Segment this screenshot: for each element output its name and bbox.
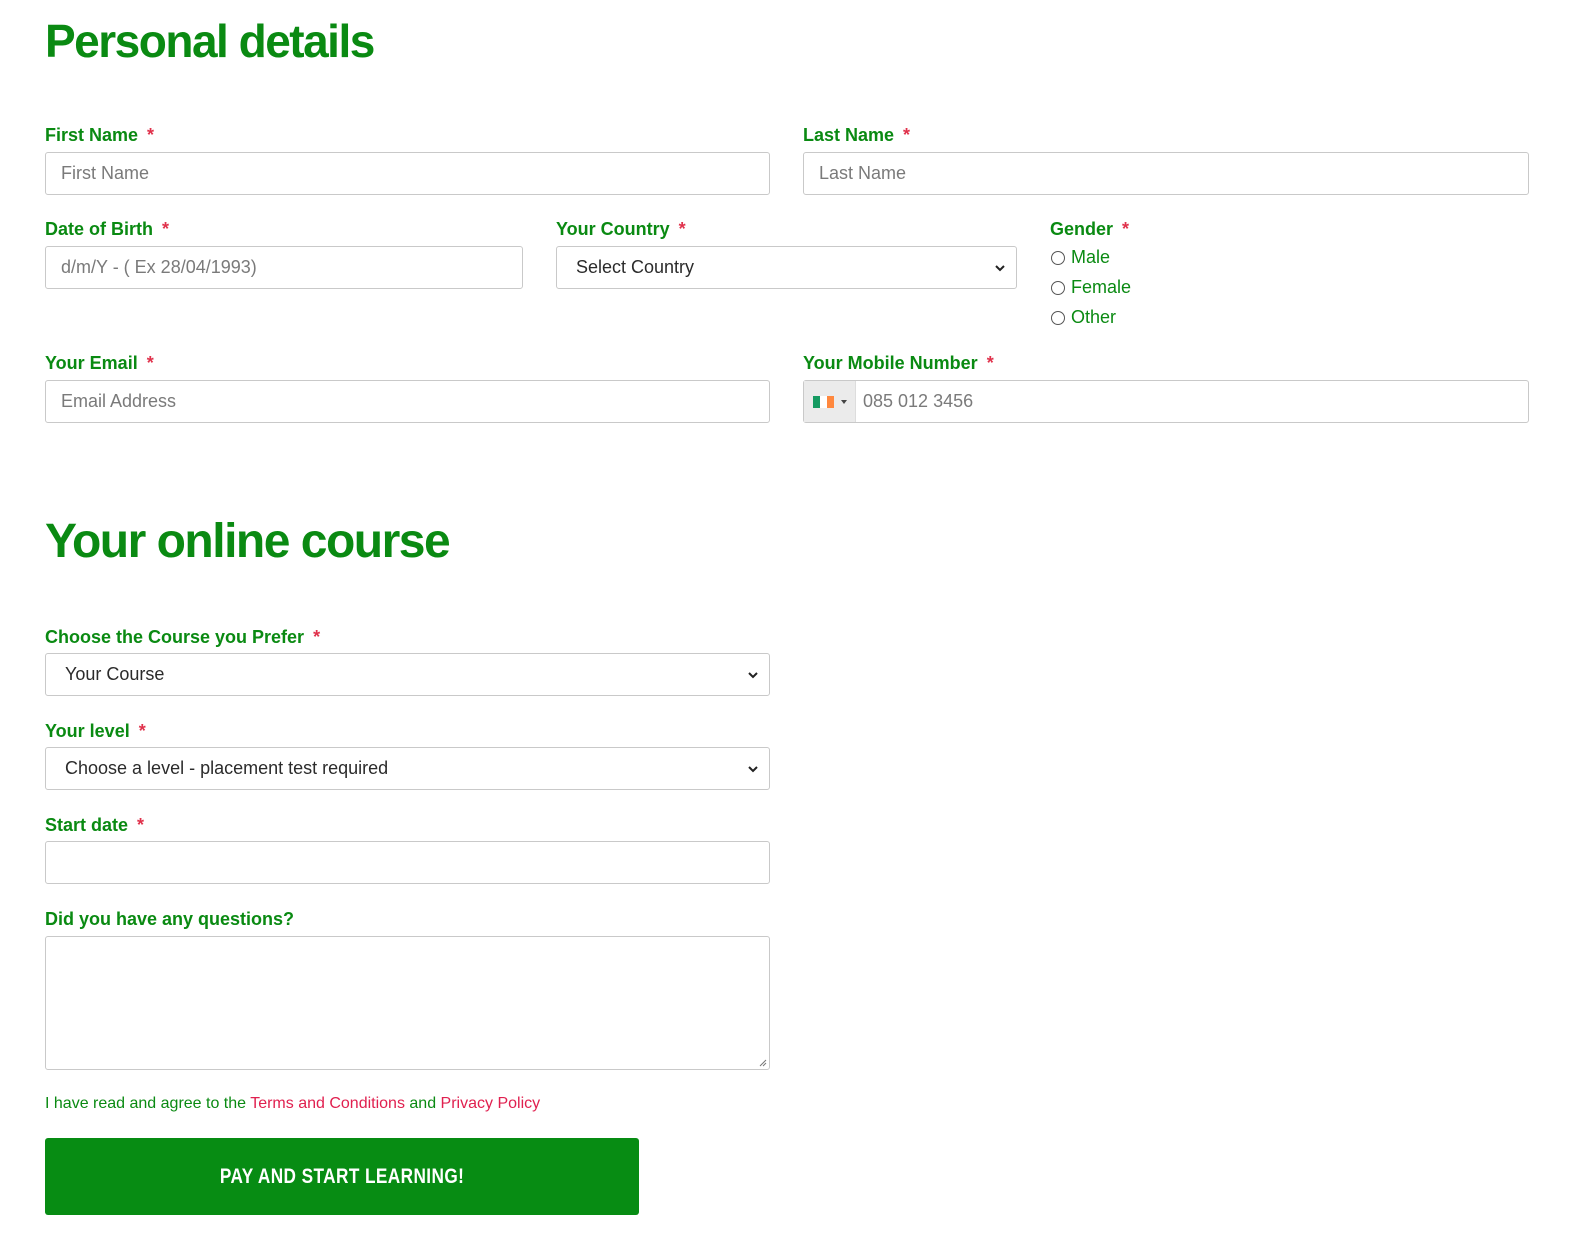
email-label: Your Email * [45,353,154,374]
ireland-flag-icon [812,395,835,408]
gender-label-text: Gender [1050,219,1114,239]
level-select[interactable]: Choose a level - placement test required [45,747,770,790]
country-label: Your Country * [556,219,686,240]
gender-label: Gender * [1050,219,1129,240]
pay-button-label: PAY AND START LEARNING! [219,1164,465,1188]
required-marker: * [1122,219,1130,239]
country-select[interactable]: Select Country [556,246,1017,289]
mobile-placeholder: 085 012 3456 [863,391,974,411]
last-name-label: Last Name * [803,125,910,146]
required-marker: * [162,219,170,239]
gender-option-female[interactable]: Female [1050,277,1131,298]
dob-label-text: Date of Birth [45,219,153,239]
agreement-prefix: I have read and agree to the [45,1095,251,1112]
last-name-label-text: Last Name [803,125,895,145]
pay-and-start-button[interactable]: PAY AND START LEARNING! [45,1138,639,1215]
radio-button[interactable] [1051,310,1065,325]
country-code-dropdown[interactable] [804,381,856,422]
gender-option-male[interactable]: Male [1050,247,1110,268]
required-marker: * [147,125,155,145]
gender-option-label: Other [1071,307,1117,327]
personal-details-heading: Personal details [45,15,375,67]
course-label: Choose the Course you Prefer * [45,627,320,648]
start-date-label-text: Start date [45,815,129,835]
chevron-down-icon [748,671,758,678]
email-label-text: Your Email [45,353,138,373]
required-marker: * [137,815,145,835]
dob-label: Date of Birth * [45,219,169,240]
online-course-heading: Your online course [45,515,451,568]
terms-agreement: I have read and agree to the Terms and C… [45,1095,540,1113]
required-marker: * [146,353,154,373]
mobile-label-text: Your Mobile Number [803,353,978,373]
questions-label: Did you have any questions? [45,909,294,930]
required-marker: * [986,353,994,373]
gender-option-label: Male [1071,247,1111,267]
email-input[interactable]: Email Address [45,380,770,423]
first-name-placeholder: First Name [61,163,150,183]
caret-down-icon [840,399,847,404]
start-date-label: Start date * [45,815,144,836]
required-marker: * [138,721,146,741]
radio-button[interactable] [1051,250,1065,265]
dob-input[interactable]: d/m/Y - ( Ex 28/04/1993) [45,246,523,289]
gender-option-label: Female [1071,277,1132,297]
dob-placeholder: d/m/Y - ( Ex 28/04/1993) [61,257,257,277]
course-label-text: Choose the Course you Prefer [45,627,305,647]
level-label-text: Your level [45,721,130,741]
required-marker: * [313,627,321,647]
chevron-down-icon [995,264,1005,271]
gender-option-other[interactable]: Other [1050,307,1116,328]
course-select[interactable]: Your Course [45,653,770,696]
questions-label-text: Did you have any questions? [45,909,295,929]
country-selected-value: Select Country [576,257,695,277]
last-name-placeholder: Last Name [819,163,907,183]
first-name-label: First Name * [45,125,154,146]
first-name-label-text: First Name [45,125,139,145]
questions-textarea[interactable] [45,936,770,1070]
course-selected-value: Your Course [65,664,165,684]
mobile-input[interactable]: 085 012 3456 [803,380,1529,423]
level-label: Your level * [45,721,146,742]
last-name-input[interactable]: Last Name [803,152,1529,195]
email-placeholder: Email Address [61,391,177,411]
privacy-link[interactable]: Privacy Policy [441,1095,541,1112]
start-date-input[interactable] [45,841,770,884]
chevron-down-icon [748,765,758,772]
required-marker: * [903,125,911,145]
mobile-label: Your Mobile Number * [803,353,994,374]
terms-link[interactable]: Terms and Conditions [250,1095,405,1112]
country-label-text: Your Country [556,219,670,239]
required-marker: * [678,219,686,239]
level-selected-value: Choose a level - placement test required [65,758,389,778]
resize-handle-icon[interactable] [757,1057,767,1067]
radio-button[interactable] [1051,280,1065,295]
agreement-middle: and [404,1095,441,1112]
first-name-input[interactable]: First Name [45,152,770,195]
